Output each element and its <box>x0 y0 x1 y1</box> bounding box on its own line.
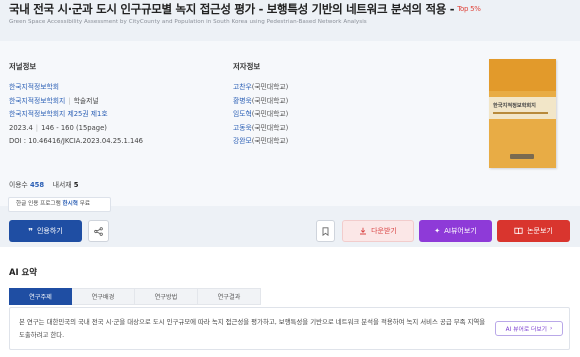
cover-publisher-logo <box>510 154 534 159</box>
author-affiliation: (국민대학교) <box>251 96 289 105</box>
cite-button[interactable]: ❞ 인용하기 <box>9 220 82 242</box>
author-affiliation: (국민대학교) <box>251 123 289 132</box>
page-range: 146 - 160 (15page) <box>41 123 107 132</box>
journal-type: 학술저널 <box>73 96 99 105</box>
ai-more-label: AI 뷰어로 더보기 <box>505 327 548 333</box>
share-button[interactable] <box>88 220 109 242</box>
ai-summary-heading: AI 요약 <box>9 267 37 277</box>
share-icon <box>94 226 103 236</box>
author-info-heading: 저자정보 <box>233 62 261 71</box>
tab-research-background[interactable]: 연구배경 <box>72 288 135 305</box>
ai-summary-text: 본 연구는 대한민국의 국내 전국 시·군을 대상으로 도시 인구규모에 따라 … <box>19 318 486 339</box>
cite-label: 인용하기 <box>36 227 63 235</box>
article-subtitle: Green Space Accessibility Assessment by … <box>9 19 367 25</box>
journal-info-heading: 저널정보 <box>9 62 37 71</box>
view-paper-label: 논문보기 <box>527 227 553 235</box>
author-item: 고찬우(국민대학교) <box>233 81 288 95</box>
ai-viewer-more-button[interactable]: AI 뷰어로 더보기 › <box>495 321 563 336</box>
book-icon <box>514 227 523 235</box>
download-label: 다운받기 <box>371 227 397 235</box>
article-title: 국내 전국 시·군과 도시 인구규모별 녹지 접근성 평가 - 보행특성 기반의… <box>9 1 481 17</box>
journal-info-list: 한국지적정보학회 한국지적정보학회지 | 학술저널 한국지적정보학회지 제25권 제… <box>9 81 143 149</box>
ai-summary-panel: 본 연구는 대한민국의 국내 전국 시·군을 대상으로 도시 인구규모에 따라 … <box>9 307 570 350</box>
author-item: 강완모(국민대학교) <box>233 135 288 149</box>
separator: | <box>68 96 71 105</box>
publisher-link[interactable]: 한국지적정보학회 <box>9 83 59 91</box>
tooltip-prefix: 한글 인용 프로그램 <box>16 201 61 207</box>
tooltip-program-name: 한시혁 <box>62 201 78 207</box>
author-item: 황병욱(국민대학교) <box>233 95 288 109</box>
journal-cover-image: 한국지적정보학회지 <box>489 59 556 168</box>
cover-title: 한국지적정보학회지 <box>493 103 536 109</box>
tab-research-method[interactable]: 연구방법 <box>135 288 198 305</box>
top-percent-badge: Top 5% <box>457 5 481 13</box>
usage-stats: 이용수 458 내서재 5 <box>9 179 78 189</box>
usage-count: 458 <box>29 181 45 189</box>
separator: | <box>35 123 39 132</box>
author-affiliation: (국민대학교) <box>251 137 289 146</box>
author-affiliation: (국민대학교) <box>251 83 289 91</box>
cover-text-line <box>493 112 548 114</box>
author-name-link[interactable]: 강완모 <box>233 137 252 145</box>
doi[interactable]: DOI : 10.46416/JKCIA.2023.04.25.1.146 <box>9 137 143 145</box>
author-list: 고찬우(국민대학교) 황병욱(국민대학교) 임도혁(국민대학교) 고동욱(국민대… <box>233 81 288 149</box>
sparkle-icon: ✦ <box>434 227 441 235</box>
library-count: 5 <box>73 181 79 189</box>
author-name-link[interactable]: 고동욱 <box>233 124 252 132</box>
citation-tooltip: 한글 인용 프로그램 한시혁 무료 <box>8 197 111 212</box>
tab-research-topic[interactable]: 연구주제 <box>9 288 72 305</box>
author-name-link[interactable]: 임도혁 <box>233 110 252 118</box>
author-name-link[interactable]: 고찬우 <box>233 83 252 91</box>
download-button[interactable]: 다운받기 <box>342 220 414 242</box>
view-paper-button[interactable]: 논문보기 <box>497 220 570 242</box>
author-name-link[interactable]: 황병욱 <box>233 97 252 105</box>
bookmark-button[interactable] <box>316 220 335 242</box>
volume-link[interactable]: 한국지적정보학회지 제25권 제1호 <box>9 110 108 118</box>
author-item: 고동욱(국민대학교) <box>233 122 288 136</box>
library-label: 내서재 <box>52 181 72 189</box>
chevron-right-icon: › <box>550 325 553 332</box>
ai-viewer-button[interactable]: ✦ AI뷰어보기 <box>419 220 492 242</box>
tab-research-result[interactable]: 연구결과 <box>198 288 261 305</box>
author-affiliation: (국민대학교) <box>251 110 289 119</box>
download-icon <box>360 227 367 235</box>
publish-date: 2023.4 <box>9 123 33 132</box>
quote-icon: ❞ <box>28 226 33 236</box>
tooltip-suffix: 무료 <box>79 201 91 207</box>
ai-summary-tabs: 연구주제 연구배경 연구방법 연구결과 <box>9 288 261 305</box>
journal-name-link[interactable]: 한국지적정보학회지 <box>9 97 65 105</box>
author-item: 임도혁(국민대학교) <box>233 108 288 122</box>
usage-label: 이용수 <box>9 181 28 189</box>
cover-top-stripe <box>489 59 556 91</box>
ai-viewer-label: AI뷰어보기 <box>444 227 477 235</box>
title-text: 국내 전국 시·군과 도시 인구규모별 녹지 접근성 평가 - 보행특성 기반의… <box>9 2 455 16</box>
bookmark-icon <box>322 226 329 236</box>
